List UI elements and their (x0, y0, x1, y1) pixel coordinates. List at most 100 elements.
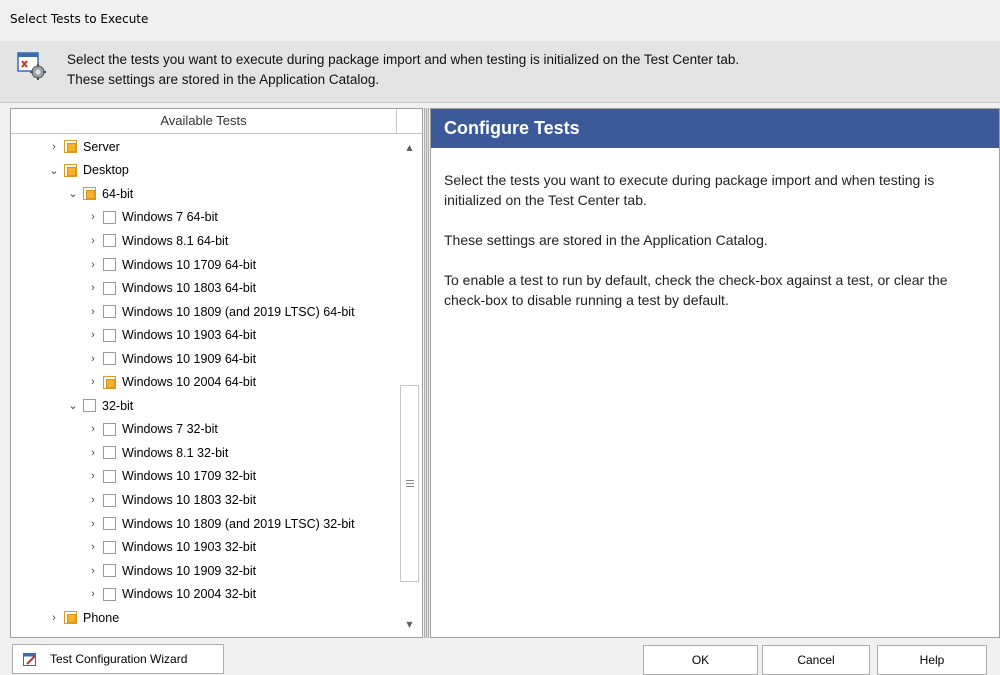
tests-tree: › Server ⌄ Desktop ⌄ 64-bit › Windows 7 64-bit ›… (11, 135, 397, 637)
tree-item[interactable]: › Windows 10 1903 64-bit (86, 323, 256, 347)
tree-item-checkbox[interactable] (103, 422, 116, 436)
tree-item[interactable]: › Windows 10 1903 32-bit (86, 535, 256, 559)
tree-item[interactable]: › Windows 10 2004 64-bit (86, 371, 256, 395)
tree-item[interactable]: › Windows 10 2004 32-bit (86, 582, 256, 606)
tree-item-checkbox[interactable] (103, 564, 116, 578)
tree-item[interactable]: › Windows 7 32-bit (86, 418, 218, 442)
chevron-down-icon[interactable]: ⌄ (47, 164, 61, 177)
tree-item-label: 32-bit (102, 398, 134, 413)
tree-item[interactable]: › Windows 10 1909 64-bit (86, 347, 256, 371)
tree-item-checkbox[interactable] (64, 140, 77, 154)
available-tests-panel: Available Tests › Server ⌄ Desktop ⌄ 64-bit › W… (10, 108, 423, 638)
tree-item-label: Windows 8.1 32-bit (122, 445, 229, 460)
tree-column-header[interactable]: Available Tests (11, 109, 397, 134)
configure-tests-title: Configure Tests (431, 109, 999, 148)
tree-item[interactable]: › Server (47, 135, 120, 159)
chevron-right-icon[interactable]: › (86, 282, 100, 294)
tree-item[interactable]: › Windows 7 64-bit (86, 206, 218, 230)
tree-item-checkbox[interactable] (103, 493, 116, 507)
scroll-up-arrow-icon[interactable]: ▲ (397, 143, 422, 159)
tree-item-checkbox[interactable] (103, 328, 116, 342)
chevron-right-icon[interactable]: › (86, 494, 100, 506)
tree-item-label: Windows 10 1909 32-bit (122, 563, 257, 578)
tree-item-checkbox[interactable] (64, 611, 77, 625)
tree-item[interactable]: ⌄ 32-bit (66, 394, 133, 418)
tree-scrollbar[interactable]: ▲ ▼ (397, 135, 422, 637)
chevron-right-icon[interactable]: › (86, 329, 100, 341)
chevron-right-icon[interactable]: › (47, 612, 61, 624)
info-text: Select the tests you want to execute dur… (67, 50, 739, 90)
cancel-button[interactable]: Cancel (762, 645, 870, 675)
chevron-right-icon[interactable]: › (86, 423, 100, 435)
tree-item[interactable]: ⌄ 64-bit (66, 182, 133, 206)
panel-splitter[interactable] (424, 108, 429, 638)
settings-gear-icon (17, 52, 46, 80)
chevron-right-icon[interactable]: › (86, 447, 100, 459)
info-banner: Select the tests you want to execute dur… (0, 41, 1000, 103)
tree-item-label: 64-bit (102, 186, 134, 201)
chevron-right-icon[interactable]: › (86, 541, 100, 553)
chevron-right-icon[interactable]: › (86, 353, 100, 365)
chevron-right-icon[interactable]: › (86, 376, 100, 388)
tree-item-label: Windows 10 2004 32-bit (122, 587, 257, 602)
scroll-thumb[interactable] (400, 385, 419, 582)
chevron-right-icon[interactable]: › (86, 211, 100, 223)
tree-item-label: Windows 10 1709 32-bit (122, 469, 257, 484)
window-title: Select Tests to Execute (0, 0, 1000, 41)
tree-item-checkbox[interactable] (103, 281, 116, 295)
ok-button[interactable]: OK (643, 645, 758, 675)
tree-item-checkbox[interactable] (103, 446, 116, 460)
tree-item[interactable]: › Windows 10 1709 64-bit (86, 253, 256, 277)
grip-icon (406, 480, 414, 487)
tree-item-checkbox[interactable] (103, 234, 116, 248)
tree-item-checkbox[interactable] (103, 469, 116, 483)
chevron-right-icon[interactable]: › (86, 588, 100, 600)
tree-item[interactable]: › Windows 8.1 32-bit (86, 441, 228, 465)
tree-item-label: Windows 10 1809 (and 2019 LTSC) 64-bit (122, 304, 355, 319)
chevron-right-icon[interactable]: › (86, 235, 100, 247)
tree-item-checkbox[interactable] (103, 587, 116, 601)
description-paragraph-2: These settings are stored in the Applica… (444, 232, 768, 248)
help-button[interactable]: Help (877, 645, 987, 675)
tree-item-label: Windows 10 1803 64-bit (122, 281, 257, 296)
tree-item-label: Server (83, 139, 120, 154)
chevron-right-icon[interactable]: › (86, 306, 100, 318)
tree-item-checkbox[interactable] (103, 540, 116, 554)
tree-item-checkbox[interactable] (64, 163, 77, 177)
tree-item-label: Desktop (83, 163, 129, 178)
tree-item-label: Windows 10 1909 64-bit (122, 351, 257, 366)
tree-item-checkbox[interactable] (83, 399, 96, 413)
chevron-down-icon[interactable]: ⌄ (66, 187, 80, 200)
tree-item[interactable]: › Windows 8.1 64-bit (86, 229, 228, 253)
chevron-down-icon[interactable]: ⌄ (66, 399, 80, 412)
tree-item[interactable]: › Windows 10 1803 64-bit (86, 276, 256, 300)
tree-item-label: Windows 7 32-bit (122, 422, 218, 437)
wizard-button-label: Test Configuration Wizard (50, 652, 188, 666)
tree-item-checkbox[interactable] (83, 187, 96, 201)
chevron-right-icon[interactable]: › (86, 518, 100, 530)
tree-item[interactable]: › Windows 10 1803 32-bit (86, 488, 256, 512)
wizard-edit-icon (23, 652, 36, 666)
chevron-right-icon[interactable]: › (86, 565, 100, 577)
tree-item-checkbox[interactable] (103, 517, 116, 531)
tree-item[interactable]: › Windows 10 1909 32-bit (86, 559, 256, 583)
chevron-right-icon[interactable]: › (47, 141, 61, 153)
chevron-right-icon[interactable]: › (86, 259, 100, 271)
tree-item-checkbox[interactable] (103, 375, 116, 389)
tree-item[interactable]: › Windows 10 1809 (and 2019 LTSC) 32-bit (86, 512, 354, 536)
tree-item-label: Windows 10 2004 64-bit (122, 375, 257, 390)
test-configuration-wizard-button[interactable]: Test Configuration Wizard (12, 644, 224, 674)
tree-item-checkbox[interactable] (103, 258, 116, 271)
tree-item-checkbox[interactable] (103, 305, 116, 319)
description-paragraph-1: Select the tests you want to execute dur… (444, 172, 935, 208)
tree-item-checkbox[interactable] (103, 210, 116, 224)
tree-header-corner (397, 109, 422, 134)
scroll-down-arrow-icon[interactable]: ▼ (397, 620, 422, 636)
tree-item[interactable]: › Windows 10 1709 32-bit (86, 465, 256, 489)
tree-item[interactable]: ⌄ Desktop (47, 159, 129, 183)
tree-item-label: Windows 10 1903 64-bit (122, 328, 257, 343)
tree-item[interactable]: › Phone (47, 606, 119, 630)
chevron-right-icon[interactable]: › (86, 470, 100, 482)
tree-item[interactable]: › Windows 10 1809 (and 2019 LTSC) 64-bit (86, 300, 355, 324)
tree-item-checkbox[interactable] (103, 352, 116, 366)
